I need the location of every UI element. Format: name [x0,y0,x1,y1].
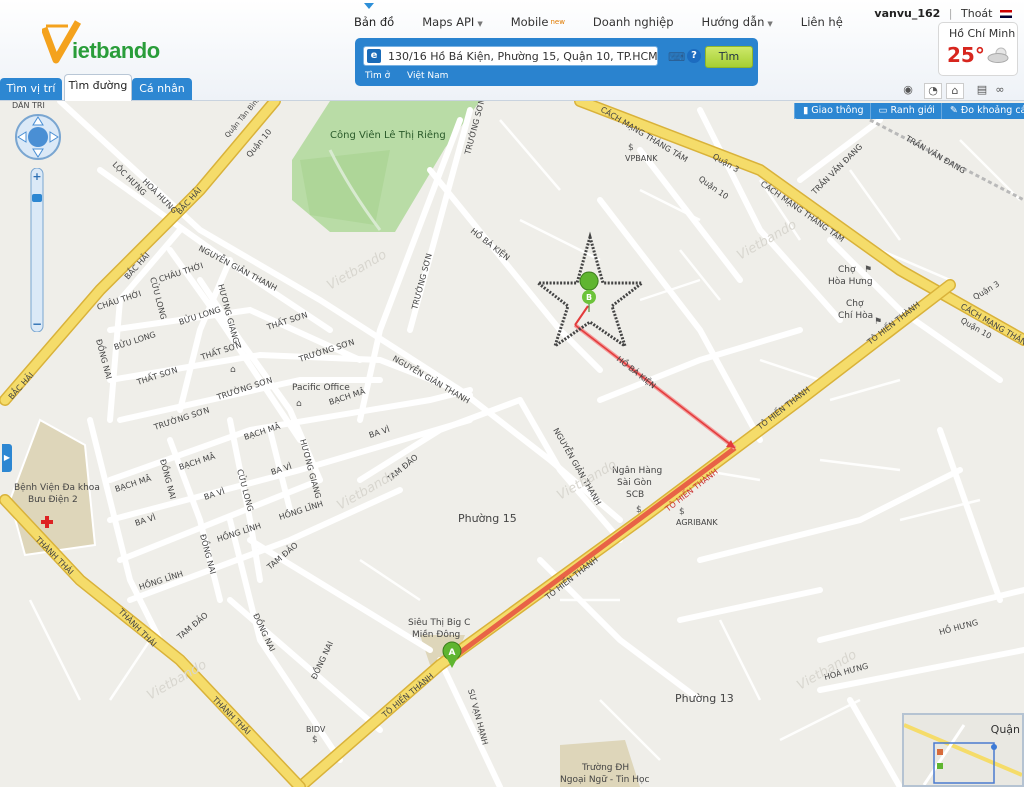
chevron-down-icon: ▼ [767,20,773,28]
vietbando-logo[interactable]: ietbando [42,20,192,68]
top-navigation: Bản đồ Maps API ▼ Mobile new Doanh nghiệp … [340,8,857,36]
logout-link[interactable]: Thoát [961,7,992,20]
tab-tim-duong[interactable]: Tìm đường [64,74,132,101]
svg-text:$: $ [636,505,642,515]
svg-text:⌂: ⌂ [230,365,236,375]
label-cho-hoa-hung-2: Hòa Hưng [828,276,873,287]
label-pacific: Pacific Office [292,383,350,393]
label-truong-dh-1: Trường ĐH [581,762,629,773]
print-icon[interactable]: ▤ [974,83,990,97]
overview-minimap[interactable]: Quận [902,713,1024,787]
search-scope-label: Tìm ở [365,71,391,81]
cloud-icon [987,47,1009,63]
keyboard-icon[interactable]: ⌨ [668,50,685,64]
search-button[interactable]: Tìm [705,46,753,68]
nav-maps-api[interactable]: Maps API ▼ [422,8,483,36]
label-vpbank: VPBANK [625,154,658,163]
label-truong-dh-2: Ngoại Ngữ - Tin Học [560,775,650,785]
label-big-c-2: Miền Đông [412,629,460,640]
username[interactable]: vanvu_162 [874,7,940,20]
uk-flag-icon[interactable] [1000,10,1012,18]
tab-tim-vi-tri[interactable]: Tìm vị trí [0,78,62,100]
svg-text:+: + [32,170,41,183]
weather-temp: 25° [947,43,985,67]
search-panel: 130/16 Hồ Bá Kiện, Phường 15, Quận 10, T… [355,38,758,86]
minimap-label: Quận [990,723,1020,736]
svg-text:⚑: ⚑ [864,265,872,275]
search-scope-value: Việt Nam [407,71,449,81]
zoom-slider[interactable]: + − [30,168,44,332]
label-ngan-hang-2: Sài Gòn [617,477,652,488]
label-benh-vien-1: Bệnh Viện Đa khoa [14,482,100,493]
label-agribank: AGRIBANK [676,518,718,527]
eye-icon[interactable]: ◔ [924,83,942,99]
tab-ca-nhan[interactable]: Cá nhân [132,78,192,100]
map-canvas[interactable]: B A Công Viên Lê Thị Riêng CÁCH MẠNG THÁ… [0,101,1024,787]
measure-button[interactable]: ✎ Đo khoảng cách [940,103,1024,119]
svg-text:⚑: ⚑ [874,317,882,327]
label-benh-vien-2: Bưu Điện 2 [28,494,78,505]
label-cho-chi-hoa-2: Chí Hòa [838,310,873,321]
chevron-down-icon: ▼ [477,20,483,28]
nav-mobile[interactable]: Mobile new [511,8,565,36]
svg-text:⌂: ⌂ [296,399,302,409]
nav-huong-dan[interactable]: Hướng dẫn ▼ [702,8,773,36]
marker-a-label: A [449,648,456,658]
help-icon[interactable]: ? [687,49,701,63]
nav-ban-do[interactable]: Bản đồ [354,8,394,36]
home-icon[interactable]: ⌂ [946,83,964,99]
svg-text:$: $ [679,507,685,517]
link-icon[interactable]: ∞ [992,83,1008,97]
header-bar: ietbando Bản đồ Maps API ▼ Mobile new Doan… [0,0,1024,101]
new-badge: new [550,18,565,26]
map-tools-bar: ▮ Giao thông ▭ Ranh giới ✎ Đo khoảng các… [794,103,1024,119]
label-dan-tri: DÂN TRI [12,101,45,110]
svg-text:−: − [32,317,42,331]
nav-lien-he[interactable]: Liên hệ [801,8,843,36]
svg-text:$: $ [628,143,634,153]
svg-text:$: $ [312,735,318,745]
boundary-button[interactable]: ▭ Ranh giới [869,103,941,119]
user-area: vanvu_162 | Thoát [874,7,1012,20]
label-phuong15: Phường 15 [458,512,517,525]
expand-panel-icon[interactable]: ▶ [2,444,12,472]
label-park: Công Viên Lê Thị Riêng [330,129,446,141]
e-icon: e [367,49,381,63]
separator: | [948,7,953,20]
search-scope[interactable]: Tìm ở Việt Nam [365,71,462,81]
label-bidv: BIDV [306,725,326,734]
nav-doanh-nghiep[interactable]: Doanh nghiệp [593,8,674,36]
label-ngan-hang-3: SCB [626,490,644,500]
traffic-button[interactable]: ▮ Giao thông [794,103,870,119]
label-cho-chi-hoa-1: Chợ [846,299,864,309]
label-ngan-hang-1: Ngân Hàng [612,466,662,476]
search-input[interactable]: 130/16 Hồ Bá Kiện, Phường 15, Quận 10, T… [363,46,658,66]
pan-control[interactable] [14,113,62,161]
label-cho-hoa-hung-1: Chợ [838,265,856,275]
marker-b-label: B [586,293,592,302]
label-phuong13: Phường 13 [675,692,734,705]
weather-city: Hồ Chí Minh [949,27,1016,40]
logo-text: ietbando [72,38,160,63]
camera-icon[interactable]: ◉ [900,83,916,97]
weather-widget: Hồ Chí Minh 25° [938,22,1018,76]
label-big-c-1: Siêu Thị Big C [408,617,470,628]
